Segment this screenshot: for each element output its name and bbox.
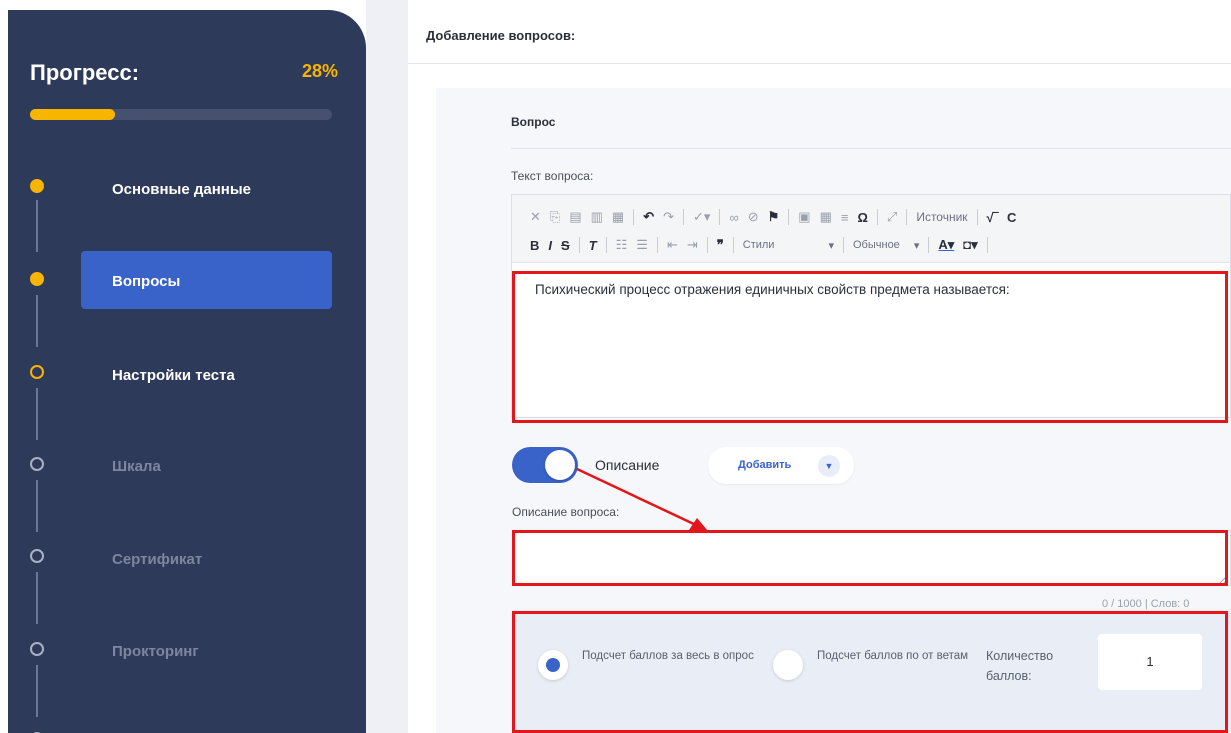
editor-toolbar: ✕ ⎘ ▤ ▥ ▦ ↶ ↷ ✓▾ ∞ ⊘ ⚑ ▣ ▦ ≡ Ω ⤢ Источни… [512,195,1230,263]
undo-icon[interactable]: ↶ [643,209,654,225]
step-dot-outline-icon [30,365,44,379]
table-icon[interactable]: ▦ [820,209,832,225]
toggle-knob [545,450,575,480]
description-toggle-label: Описание [595,457,660,473]
indent-icon[interactable]: ⇥ [687,237,698,253]
progress-bar-fill [30,109,115,120]
maximize-icon[interactable]: ⤢ [887,209,897,225]
step-scale[interactable]: Шкала [112,458,161,475]
toolbar-separator [719,209,721,225]
image-icon[interactable]: ▣ [798,209,810,225]
styles-dropdown[interactable]: Стили ▾ [743,239,834,252]
step-questions[interactable]: Вопросы [112,273,180,290]
source-button[interactable]: Источник [916,210,967,224]
step-dot-outline-icon [30,642,44,656]
content-gutter [366,0,408,733]
step-connector [36,295,38,347]
toolbar-separator [683,209,685,225]
spellcheck-icon[interactable]: ✓▾ [693,209,710,225]
outdent-icon[interactable]: ⇤ [667,237,678,253]
text-color-icon[interactable]: A▾ [938,237,954,253]
step-connector [36,665,38,717]
description-toggle[interactable] [512,447,578,483]
step-dot-outline-icon [30,457,44,471]
content-header: Добавление вопросов: [408,0,1231,64]
paste-text-icon[interactable]: ▥ [591,209,603,225]
toolbar-separator [732,237,734,253]
paste-word-icon[interactable]: ▦ [612,209,624,225]
formula-icon[interactable]: √‾ [987,210,998,225]
step-connector [36,480,38,532]
toolbar-separator [633,209,635,225]
toolbar-separator [976,209,978,225]
step-basic-data[interactable]: Основные данные [112,181,251,198]
toolbar-separator [843,237,844,253]
numbered-list-icon[interactable]: ☷ [616,237,628,253]
question-text-label: Текст вопроса: [511,169,594,183]
add-button-label: Добавить [738,459,792,471]
blockquote-icon[interactable]: ❞ [717,237,724,253]
toolbar-separator [876,209,878,225]
progress-percent: 28% [302,61,339,81]
background-color-icon[interactable]: ◘▾ [963,237,977,253]
page: Прогресс: 28% Основные данные Вопросы На… [0,0,1231,733]
special-char-icon[interactable]: Ω [857,210,867,225]
horizontal-line-icon[interactable]: ≡ [841,210,849,225]
link-icon[interactable]: ∞ [729,210,738,225]
progress-title: Прогресс: [30,60,140,85]
paste-icon[interactable]: ▤ [569,209,581,225]
description-label: Описание вопроса: [512,505,620,519]
toolbar-separator [578,237,580,253]
progress-bar [30,109,332,120]
step-connector [36,572,38,624]
character-counter: 0 / 1000 | Слов: 0 [1102,598,1190,610]
step-connector [36,388,38,440]
step-proctoring[interactable]: Прокторинг [112,643,199,660]
page-title: Добавление вопросов: [426,28,576,43]
step-connector [36,200,38,252]
unlink-icon[interactable]: ⊘ [748,209,759,225]
italic-icon[interactable]: I [548,238,552,253]
toolbar-separator [928,237,930,253]
step-test-settings[interactable]: Настройки теста [112,367,235,384]
question-section-title: Вопрос [511,115,556,129]
toolbar-separator [656,237,658,253]
copy-icon[interactable]: ⎘ [550,209,560,225]
toolbar-separator [986,237,988,253]
divider [511,148,1231,149]
bulleted-list-icon[interactable]: ☰ [636,237,648,253]
step-dot-filled-icon [30,179,44,193]
step-certificate[interactable]: Сертификат [112,551,202,568]
highlight-scoring [512,611,1228,733]
toolbar-separator [788,209,790,225]
highlight-description [512,530,1228,586]
cut-icon[interactable]: ✕ [530,209,541,225]
remove-format-icon[interactable]: T [589,238,597,253]
progress-sidebar: Прогресс: 28% Основные данные Вопросы На… [8,10,366,733]
step-dot-outline-icon [30,549,44,563]
copy-format-icon[interactable]: C [1007,210,1016,225]
redo-icon[interactable]: ↷ [663,209,674,225]
strikethrough-icon[interactable]: S [561,238,570,253]
bold-icon[interactable]: B [530,238,539,253]
format-dropdown[interactable]: Обычное ▾ [853,239,919,252]
anchor-flag-icon[interactable]: ⚑ [768,209,780,225]
toolbar-separator [906,209,908,225]
step-dot-filled-icon [30,272,44,286]
highlight-question-text [512,271,1228,423]
add-button[interactable]: Добавить ▼ [708,447,854,484]
toolbar-separator [706,237,708,253]
toolbar-separator [605,237,607,253]
chevron-down-icon[interactable]: ▼ [818,455,840,477]
